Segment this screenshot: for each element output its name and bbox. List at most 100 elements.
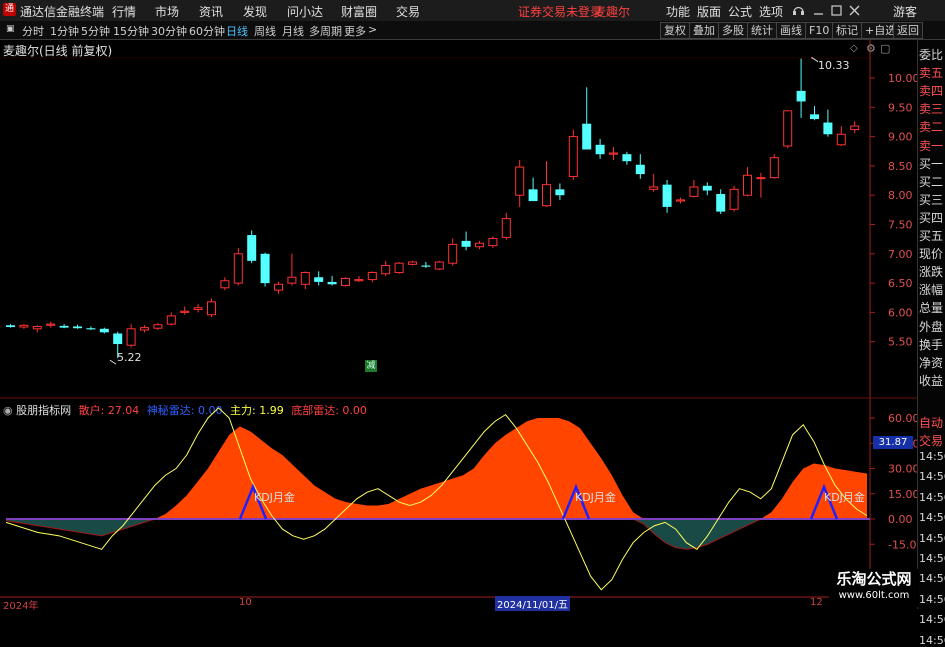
candle-body-up [542,184,551,207]
candle-body-up [434,261,444,270]
quote-field-8: 买三 [919,192,944,207]
quote-field-17: 净资 [919,355,944,370]
candle-body-up [46,323,56,326]
candle-body-up [207,301,216,316]
quote-field-15: 外盘 [919,319,944,334]
candle-body-up [448,243,458,264]
watermark-url: www.60lt.com [838,590,910,601]
watermark-title: 乐淘公式网 [836,570,912,588]
indicator-tick-label: 60.00 [888,412,920,425]
candle-body-up [367,272,377,281]
price-tick-label: 9.50 [888,101,913,114]
tick-time-1: 14:56 [919,470,945,484]
x-label-oct: 10 [239,597,252,608]
price-tick-label: 7.50 [888,219,913,232]
quote-field-4: 卖二 [919,120,944,135]
candle-body-down [716,194,726,212]
candle-body-up [408,261,417,265]
candle-body-up [32,325,42,330]
candle-body-down [314,277,324,282]
price-tick-label: 9.00 [888,131,913,144]
indicator-tick-label: 0.00 [888,513,913,526]
candle-body-up [783,110,793,147]
candle-body-down [6,325,15,328]
candle-body-up [166,315,176,325]
quote-field-13: 涨幅 [919,283,944,298]
candle-body-down [595,144,605,155]
tick-time-7: 14:56 [919,592,945,606]
candle-body-up [689,186,699,197]
price-tick-label: 6.00 [888,306,913,319]
candle-body-up [568,136,578,177]
tick-time-9: 14:56 [919,633,945,647]
tick-time-4: 14:56 [919,531,945,545]
candle-body-down [461,240,471,247]
signal-label-2: KDJ月金 [575,491,616,504]
candle-body-up [475,242,484,248]
candle-body-up [381,265,391,275]
tick-time-6: 14:56 [919,572,945,586]
candle-body-up [354,279,364,282]
candle-body-up [743,174,752,196]
tick-time-8: 14:56 [919,613,945,627]
signal-label-3: KDJ月金 [824,491,865,504]
signal-label-1: KDJ月金 [254,491,295,504]
quote-field-2: 卖四 [919,84,944,99]
tick-time-2: 14:56 [919,490,945,504]
candle-body-up [193,307,203,310]
candle-body-down [555,189,565,196]
watermark: 乐淘公式网 www.60lt.com [829,569,919,607]
quote-field-6: 买一 [919,156,944,171]
candle-body-up [836,133,846,146]
indicator-current-value: 31.87 [873,436,913,449]
candle-body-down [247,235,257,261]
quote-field-5: 卖一 [919,138,944,153]
price-tick-label: 10.00 [888,72,920,85]
candle-body-down [73,326,82,329]
candle-body-down [796,90,806,102]
candle-body-up [233,253,243,284]
low-marker [109,359,117,365]
candle-body-up [515,166,525,196]
candle-body-down [662,184,672,207]
price-tick-label: 8.00 [888,189,913,202]
candle-body-down [823,122,833,135]
candle-body-up [756,177,766,180]
quote-field-10: 买五 [919,229,944,243]
candle-body-up [501,218,511,238]
candle-body-down [810,114,819,120]
tick-time-0: 14:56 [919,450,945,463]
candle-body-down [702,185,712,191]
indicator-tick-label: 30.00 [888,463,920,476]
candle-body-up [341,277,350,286]
candle-body-up [220,280,230,289]
quote-field-14: 总量 [919,301,944,316]
candle-body-up [287,276,297,284]
candle-body-down [99,328,109,333]
candle-body-up [274,283,283,291]
tick-time-3: 14:56 [919,511,945,525]
kline-chart[interactable]: 10.00 9.50 9.00 8.50 8.00 7.50 7.00 6.50 6.00 5.5… [0,0,945,609]
indicator-tick-label: 15.00 [888,488,920,501]
candle-body-up [19,324,29,328]
candle-body-up [126,328,136,346]
candle-body-down [86,328,96,330]
candle-body-down [622,154,632,162]
candle-body-up [153,324,163,329]
candle-body-up [180,310,190,313]
x-label-dec: 12 [810,597,823,608]
retail-area-negative [6,519,867,550]
candle-body-up [394,262,404,274]
tick-time-5: 14:56 [919,552,945,565]
auto-trade-0: 自动 [919,416,944,430]
candle-body-up [140,327,149,331]
reduce-badge[interactable]: 减 [365,360,377,372]
quote-field-0: 委比 [919,48,944,62]
candle-body-down [635,164,645,175]
quote-field-3: 卖三 [919,102,944,117]
auto-trade-1: 交易 [919,434,944,448]
quote-field-16: 换手 [919,337,944,352]
candle-body-down [421,265,431,267]
high-price-label: 10.33 [818,59,850,72]
candle-body-down [582,123,592,150]
